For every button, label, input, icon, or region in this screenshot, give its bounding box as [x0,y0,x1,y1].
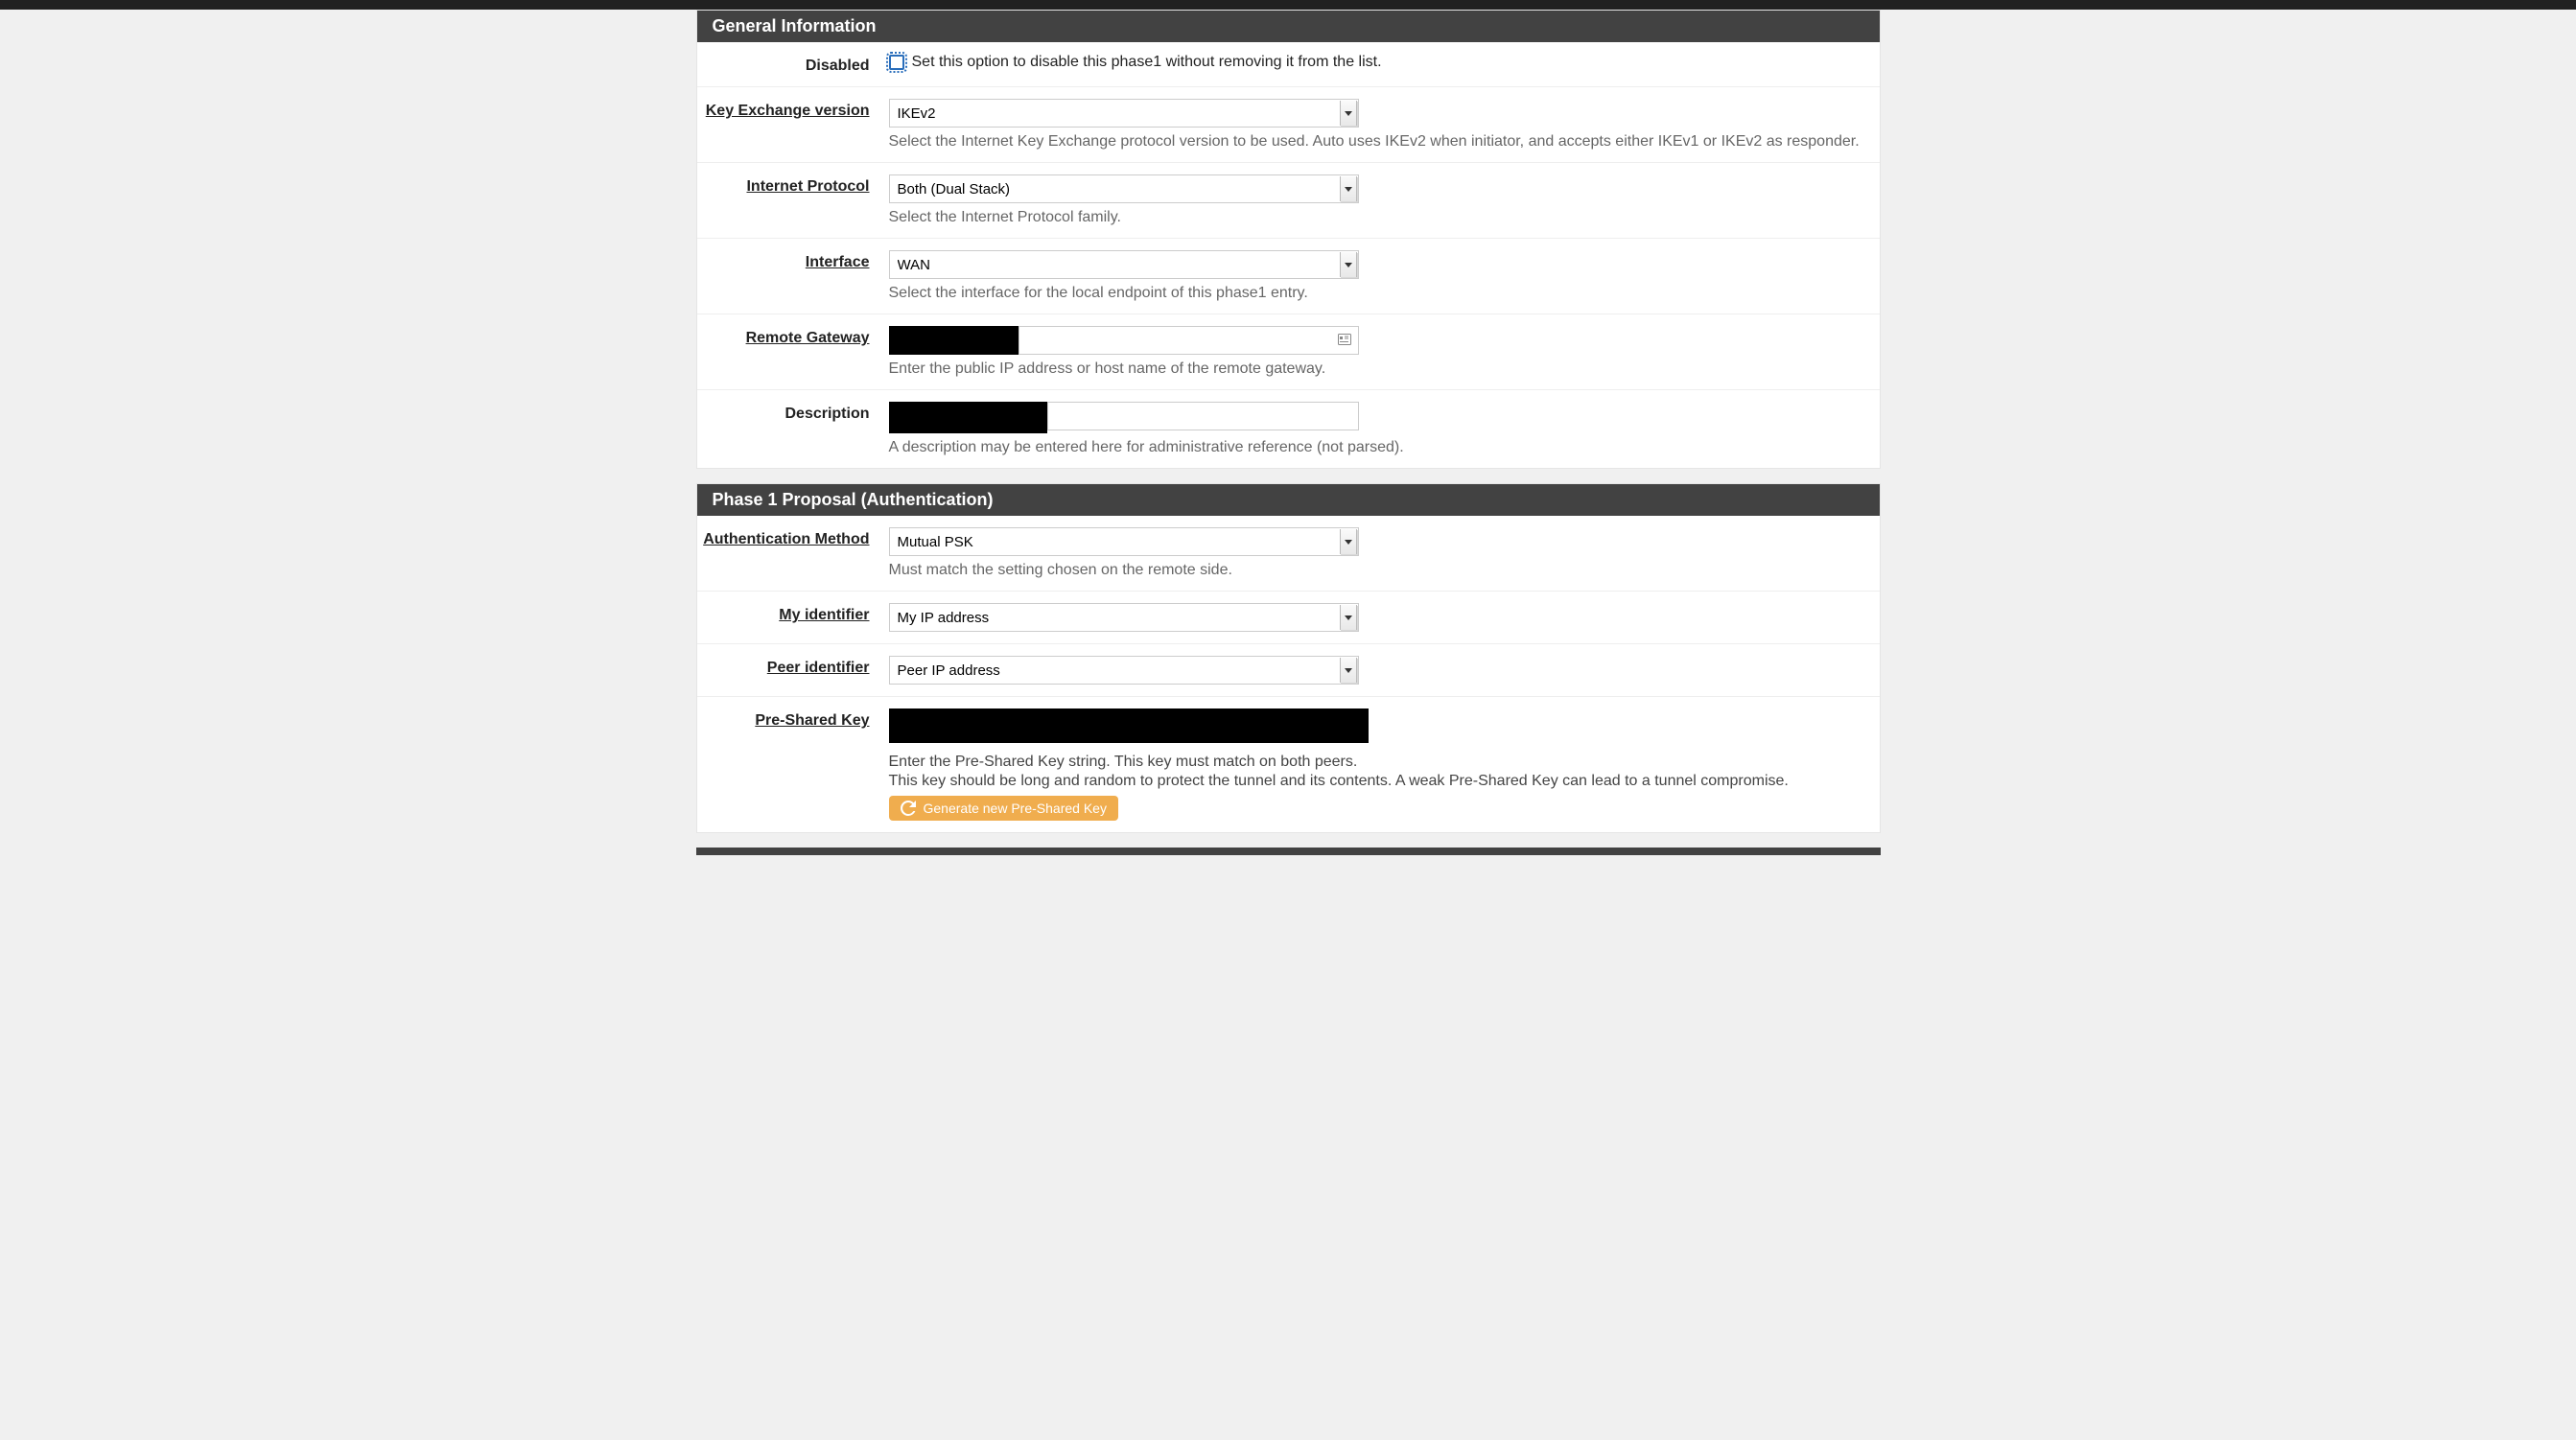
redacted-description-value [889,402,1047,433]
redacted-gateway-value [889,326,1019,355]
generate-psk-button[interactable]: Generate new Pre-Shared Key [889,796,1118,821]
label-auth-method: Authentication Method [697,527,889,579]
help-psk-1: Enter the Pre-Shared Key string. This ke… [889,754,1864,771]
label-remote-gateway: Remote Gateway [697,326,889,378]
label-key-exchange: Key Exchange version [697,99,889,151]
help-auth-method: Must match the setting chosen on the rem… [889,562,1864,579]
refresh-icon [901,801,916,816]
label-description: Description [697,402,889,456]
bottom-bar [696,848,1881,855]
select-internet-protocol[interactable] [889,174,1359,203]
panel-header-general: General Information [697,11,1880,42]
panel-header-phase1: Phase 1 Proposal (Authentication) [697,484,1880,516]
row-internet-protocol: Internet Protocol Select the Internet Pr… [697,163,1880,239]
row-auth-method: Authentication Method Must match the set… [697,516,1880,592]
panel-general: General Information Disabled Set this op… [696,10,1881,469]
row-interface: Interface Select the interface for the l… [697,239,1880,314]
label-peer-identifier: Peer identifier [697,656,889,685]
select-auth-method[interactable] [889,527,1359,556]
select-my-identifier[interactable] [889,603,1359,632]
generate-psk-label: Generate new Pre-Shared Key [924,801,1107,816]
help-internet-protocol: Select the Internet Protocol family. [889,209,1864,226]
help-description: A description may be entered here for ad… [889,439,1864,456]
input-description[interactable] [1047,402,1359,430]
help-interface: Select the interface for the local endpo… [889,285,1864,302]
row-my-identifier: My identifier [697,592,1880,644]
desc-disabled: Set this option to disable this phase1 w… [912,54,1382,71]
help-remote-gateway: Enter the public IP address or host name… [889,360,1864,378]
row-psk: Pre-Shared Key Enter the Pre-Shared Key … [697,697,1880,832]
select-interface[interactable] [889,250,1359,279]
help-psk-2: This key should be long and random to pr… [889,773,1864,790]
select-peer-identifier[interactable] [889,656,1359,685]
row-key-exchange: Key Exchange version Select the Internet… [697,87,1880,163]
select-key-exchange[interactable] [889,99,1359,128]
checkbox-disabled[interactable] [889,55,904,70]
label-my-identifier: My identifier [697,603,889,632]
row-remote-gateway: Remote Gateway Enter the public IP addre… [697,314,1880,390]
label-internet-protocol: Internet Protocol [697,174,889,226]
input-remote-gateway[interactable] [1019,326,1359,355]
row-peer-identifier: Peer identifier [697,644,1880,697]
row-disabled: Disabled Set this option to disable this… [697,42,1880,87]
label-interface: Interface [697,250,889,302]
help-key-exchange: Select the Internet Key Exchange protoco… [889,133,1864,151]
label-psk: Pre-Shared Key [697,708,889,821]
row-description: Description A description may be entered… [697,390,1880,468]
panel-phase1: Phase 1 Proposal (Authentication) Authen… [696,483,1881,833]
top-bar [0,0,2576,10]
label-disabled: Disabled [697,54,889,75]
redacted-psk-value [889,708,1369,743]
